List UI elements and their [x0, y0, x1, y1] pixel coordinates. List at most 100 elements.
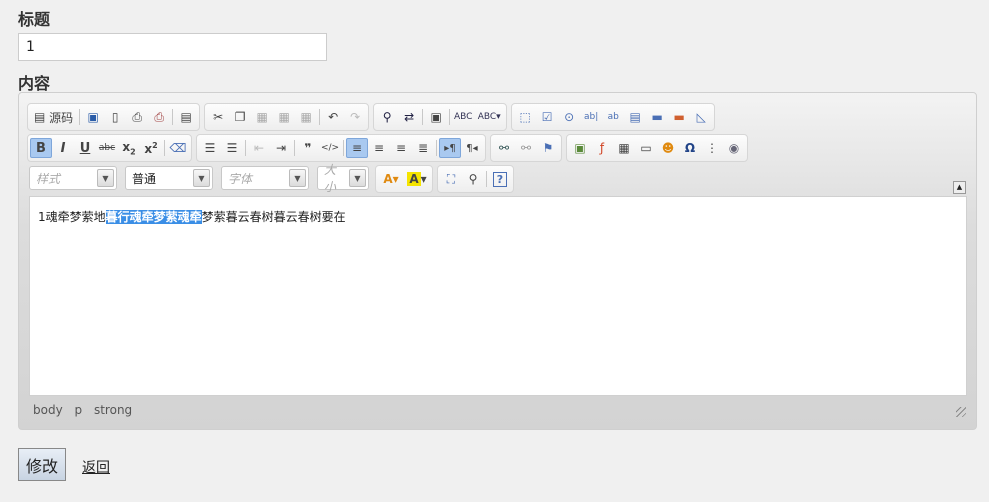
cut-button[interactable]: ✂	[207, 107, 229, 127]
toolbar-group-styles: 样式 ▼ 普通 ▼ 字体 ▼ 大小 ▼	[27, 163, 371, 194]
bidi-rtl-button[interactable]: ¶◂	[461, 138, 483, 158]
copy-button[interactable]: ❐	[229, 107, 251, 127]
anchor-button[interactable]: ⚑	[537, 138, 559, 158]
print-button[interactable]: ⎙	[148, 107, 170, 127]
link-button[interactable]: ⚯	[493, 138, 515, 158]
bulleted-list-button[interactable]: ☰	[221, 138, 243, 158]
toolbar-group-basic-styles: B I U abc x2 x2 ⌫	[27, 134, 192, 162]
preview-button[interactable]: ⎙	[126, 107, 148, 127]
new-page-button[interactable]: ▯	[104, 107, 126, 127]
toolbar-collapse-button[interactable]: ▲	[953, 181, 966, 194]
title-input[interactable]	[18, 33, 327, 61]
form-button-icon: ▬	[651, 110, 663, 124]
select-all-button[interactable]: ▣	[425, 107, 447, 127]
bg-color-button[interactable]: A ▾	[404, 169, 430, 189]
bold-button[interactable]: B	[30, 138, 52, 158]
submit-button[interactable]: 修改	[18, 448, 66, 481]
separator	[319, 109, 321, 125]
toolbar-group-colors: A▾ A ▾	[375, 165, 433, 193]
path-item-p[interactable]: p	[75, 403, 83, 417]
numbered-list-button[interactable]: ☰	[199, 138, 221, 158]
toolbar-group-tools: ⛶ ⚲ ?	[437, 165, 514, 193]
back-link[interactable]: 返回	[82, 457, 110, 477]
source-button[interactable]: ▤ 源码	[30, 107, 77, 127]
editor-selected-text: 暮行魂牵梦萦魂牵	[105, 210, 202, 224]
eraser-icon: ⌫	[169, 141, 187, 155]
page-break-button[interactable]: ⋮	[701, 138, 723, 158]
replace-button[interactable]: ⇄	[398, 107, 420, 127]
select-field-button[interactable]: ▤	[624, 107, 646, 127]
toolbar-group-clipboard: ✂ ❐ ▦ ▦ ▦ ↶ ↷	[204, 103, 370, 131]
toolbar-group-find: ⚲ ⇄ ▣ ABC ABC▾	[373, 103, 508, 131]
maximize-button[interactable]: ⛶	[440, 169, 462, 189]
toolbar-row-3: 样式 ▼ 普通 ▼ 字体 ▼ 大小 ▼ A▾ A ▾ ⛶ ⚲ ?	[27, 163, 514, 194]
image-button[interactable]: ▣	[569, 138, 591, 158]
maximize-icon: ⛶	[446, 171, 456, 186]
find-button[interactable]: ⚲	[376, 107, 398, 127]
format-combo-label: 普通	[132, 171, 157, 186]
strike-button[interactable]: abc	[96, 138, 118, 158]
show-blocks-button[interactable]: ⚲	[462, 169, 484, 189]
align-center-button[interactable]: ≡	[368, 138, 390, 158]
toolbar-row-2: B I U abc x2 x2 ⌫ ☰ ☰ ⇤ ⇥ ❞ </> ≡ ≡ ≡ ≣ …	[27, 134, 748, 162]
style-combo[interactable]: 样式 ▼	[29, 166, 117, 190]
iframe-button[interactable]: ◉	[723, 138, 745, 158]
paste-word-button[interactable]: ▦	[295, 107, 317, 127]
spellcheck-dropdown-icon: ABC▾	[477, 112, 501, 122]
rtl-icon: ¶◂	[466, 142, 478, 154]
about-button[interactable]: ?	[489, 169, 511, 189]
font-combo[interactable]: 字体 ▼	[221, 166, 309, 190]
anchor-icon: ⚑	[542, 141, 554, 155]
redo-button[interactable]: ↷	[344, 107, 366, 127]
special-char-button[interactable]: Ω	[679, 138, 701, 158]
size-combo[interactable]: 大小 ▼	[317, 163, 369, 194]
bidi-ltr-button[interactable]: ▸¶	[439, 138, 461, 158]
collapse-icon: ▲	[956, 183, 963, 191]
underline-button[interactable]: U	[74, 138, 96, 158]
path-item-strong[interactable]: strong	[94, 403, 132, 417]
paste-text-button[interactable]: ▦	[273, 107, 295, 127]
bold-icon: B	[36, 140, 46, 156]
text-color-button[interactable]: A▾	[378, 169, 404, 189]
blockquote-button[interactable]: ❞	[297, 138, 319, 158]
align-justify-button[interactable]: ≣	[412, 138, 434, 158]
resize-handle[interactable]	[956, 407, 966, 417]
image-button-button[interactable]: ▬	[668, 107, 690, 127]
remove-format-button[interactable]: ⌫	[167, 138, 189, 158]
form-button[interactable]: ⬚	[514, 107, 536, 127]
editor-content-area[interactable]: 1魂牵梦萦地暮行魂牵梦萦魂牵梦萦暮云春树暮云春树要在	[29, 196, 967, 396]
chevron-down-icon: ▼	[193, 169, 210, 187]
numbered-list-icon: ☰	[204, 141, 216, 155]
align-left-button[interactable]: ≡	[346, 138, 368, 158]
format-combo[interactable]: 普通 ▼	[125, 166, 213, 190]
spellcheck-button[interactable]: ABC	[452, 107, 474, 127]
separator	[172, 109, 174, 125]
form-button-button[interactable]: ▬	[646, 107, 668, 127]
indent-button[interactable]: ⇥	[270, 138, 292, 158]
toolbar-group-document: ▤ 源码 ▣ ▯ ⎙ ⎙ ▤	[27, 103, 201, 131]
horizontal-rule-button[interactable]: ▭	[635, 138, 657, 158]
checkbox-button[interactable]: ☑	[536, 107, 558, 127]
hidden-field-button[interactable]: ◺	[690, 107, 712, 127]
table-button[interactable]: ▦	[613, 138, 635, 158]
save-button[interactable]: ▣	[82, 107, 104, 127]
outdent-button[interactable]: ⇤	[248, 138, 270, 158]
unlink-button[interactable]: ⚯	[515, 138, 537, 158]
align-right-button[interactable]: ≡	[390, 138, 412, 158]
textarea-button[interactable]: ab	[602, 107, 624, 127]
creatediv-button[interactable]: </>	[319, 138, 341, 158]
textfield-button[interactable]: ab|	[580, 107, 602, 127]
spellcheck-as-you-type-button[interactable]: ABC▾	[474, 107, 504, 127]
omega-icon: Ω	[684, 141, 696, 155]
templates-button[interactable]: ▤	[175, 107, 197, 127]
path-item-body[interactable]: body	[33, 403, 63, 417]
italic-button[interactable]: I	[52, 138, 74, 158]
superscript-button[interactable]: x2	[140, 138, 162, 158]
text-color-icon: A▾	[383, 172, 399, 186]
radio-button[interactable]: ⊙	[558, 107, 580, 127]
subscript-button[interactable]: x2	[118, 138, 140, 158]
flash-button[interactable]: ƒ	[591, 138, 613, 158]
smiley-button[interactable]: ☻	[657, 138, 679, 158]
paste-button[interactable]: ▦	[251, 107, 273, 127]
undo-button[interactable]: ↶	[322, 107, 344, 127]
